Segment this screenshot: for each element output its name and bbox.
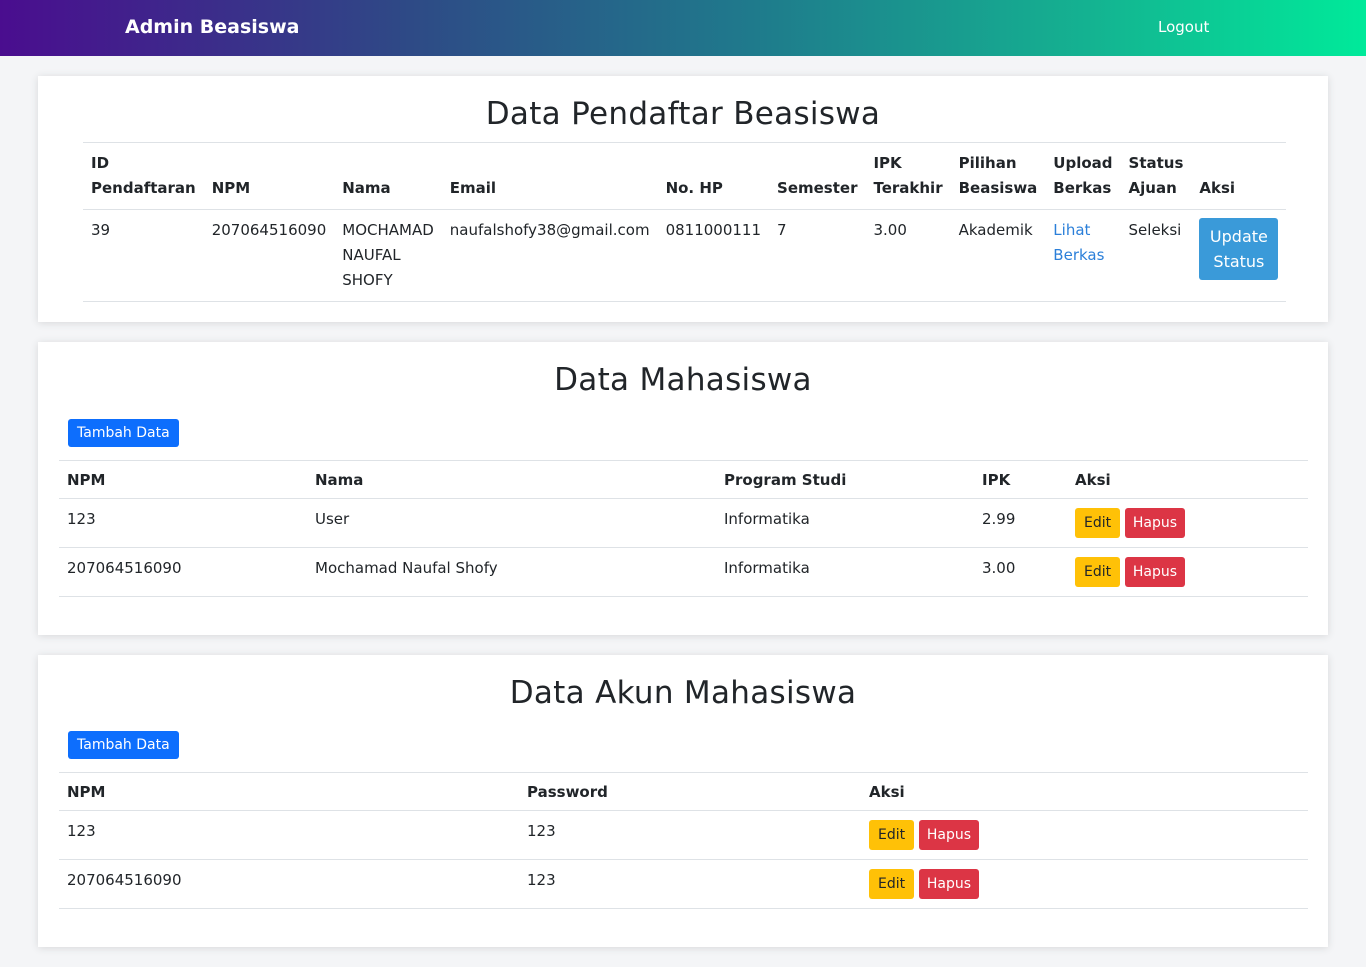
- tambah-akun-button[interactable]: Tambah Data: [68, 731, 179, 759]
- cell-ipk: 3.00: [865, 209, 951, 302]
- cell-semester: 7: [769, 209, 866, 302]
- akun-table: NPM Password Aksi 123 123 Edit Hapus 207…: [59, 772, 1308, 909]
- col-nama: Nama: [334, 142, 442, 210]
- pendaftar-card: Data Pendaftar Beasiswa ID Pendaftaran N…: [38, 76, 1328, 322]
- tambah-mahasiswa-button[interactable]: Tambah Data: [68, 419, 179, 447]
- cell-berkas: Lihat Berkas: [1045, 209, 1121, 302]
- cell-email: naufalshofy38@gmail.com: [441, 209, 658, 302]
- table-row: 207064516090 123 Edit Hapus: [59, 859, 1308, 909]
- cell-aksi: Edit Hapus: [861, 859, 1308, 909]
- col-ipk-terakhir: IPK Terakhir: [865, 142, 951, 210]
- cell-nama: User: [307, 498, 716, 548]
- brand-link[interactable]: Admin Beasiswa: [125, 16, 299, 38]
- cell-npm: 123: [59, 498, 307, 548]
- col-ipk: IPK: [974, 460, 1067, 499]
- akun-title: Data Akun Mahasiswa: [509, 675, 857, 711]
- hapus-button[interactable]: Hapus: [1124, 508, 1186, 538]
- col-aksi: Aksi: [1191, 142, 1287, 210]
- table-row: 123 User Informatika 2.99 Edit Hapus: [59, 498, 1308, 548]
- table-header-row: NPM Password Aksi: [59, 772, 1308, 811]
- cell-hp: 0811000111: [657, 209, 770, 302]
- col-email: Email: [441, 142, 658, 210]
- logout-link[interactable]: Logout: [1158, 18, 1209, 36]
- col-nama: Nama: [307, 460, 716, 499]
- mahasiswa-table: NPM Nama Program Studi IPK Aksi 123 User…: [59, 460, 1308, 597]
- table-header-row: NPM Nama Program Studi IPK Aksi: [59, 460, 1308, 499]
- cell-prodi: Informatika: [716, 547, 974, 597]
- col-pilihan-beasiswa: Pilihan Beasiswa: [950, 142, 1046, 210]
- col-npm: NPM: [59, 772, 519, 811]
- cell-password: 123: [519, 859, 861, 909]
- col-aksi: Aksi: [1067, 460, 1308, 499]
- cell-id: 39: [83, 209, 204, 302]
- cell-aksi: Update Status: [1191, 209, 1287, 302]
- cell-npm: 207064516090: [59, 859, 519, 909]
- hapus-button[interactable]: Hapus: [918, 869, 980, 899]
- akun-card: Data Akun Mahasiswa Tambah Data NPM Pass…: [38, 655, 1328, 947]
- cell-aksi: Edit Hapus: [1067, 547, 1308, 597]
- table-row: 39 207064516090 MOCHAMAD NAUFAL SHOFY na…: [83, 209, 1287, 302]
- cell-status: Seleksi: [1120, 209, 1192, 302]
- cell-npm: 207064516090: [59, 547, 307, 597]
- update-status-button[interactable]: Update Status: [1199, 218, 1279, 280]
- edit-button[interactable]: Edit: [869, 820, 915, 850]
- edit-button[interactable]: Edit: [1075, 508, 1121, 538]
- cell-nama: Mochamad Naufal Shofy: [307, 547, 716, 597]
- cell-password: 123: [519, 810, 861, 860]
- top-navbar: Admin Beasiswa Logout: [0, 0, 1366, 56]
- hapus-button[interactable]: Hapus: [918, 820, 980, 850]
- cell-prodi: Informatika: [716, 498, 974, 548]
- edit-button[interactable]: Edit: [1075, 557, 1121, 587]
- cell-aksi: Edit Hapus: [861, 810, 1308, 860]
- cell-aksi: Edit Hapus: [1067, 498, 1308, 548]
- cell-beasiswa: Akademik: [950, 209, 1046, 302]
- cell-ipk: 2.99: [974, 498, 1067, 548]
- col-upload-berkas: Upload Berkas: [1045, 142, 1121, 210]
- table-row: 123 123 Edit Hapus: [59, 810, 1308, 860]
- col-aksi: Aksi: [861, 772, 1308, 811]
- pendaftar-table: ID Pendaftaran NPM Nama Email No. HP Sem…: [83, 142, 1287, 302]
- table-header-row: ID Pendaftaran NPM Nama Email No. HP Sem…: [83, 142, 1287, 210]
- lihat-berkas-link[interactable]: Lihat Berkas: [1053, 221, 1104, 264]
- col-npm: NPM: [203, 142, 335, 210]
- pendaftar-title: Data Pendaftar Beasiswa: [485, 96, 881, 132]
- col-status-ajuan: Status Ajuan: [1120, 142, 1192, 210]
- cell-nama: MOCHAMAD NAUFAL SHOFY: [334, 209, 442, 302]
- hapus-button[interactable]: Hapus: [1124, 557, 1186, 587]
- col-password: Password: [519, 772, 861, 811]
- col-npm: NPM: [59, 460, 307, 499]
- col-no-hp: No. HP: [657, 142, 770, 210]
- table-row: 207064516090 Mochamad Naufal Shofy Infor…: [59, 547, 1308, 597]
- cell-npm: 123: [59, 810, 519, 860]
- cell-npm: 207064516090: [203, 209, 335, 302]
- col-program-studi: Program Studi: [716, 460, 974, 499]
- col-id-pendaftaran: ID Pendaftaran: [83, 142, 204, 210]
- mahasiswa-title: Data Mahasiswa: [554, 362, 812, 398]
- col-semester: Semester: [769, 142, 866, 210]
- edit-button[interactable]: Edit: [869, 869, 915, 899]
- cell-ipk: 3.00: [974, 547, 1067, 597]
- mahasiswa-card: Data Mahasiswa Tambah Data NPM Nama Prog…: [38, 342, 1328, 635]
